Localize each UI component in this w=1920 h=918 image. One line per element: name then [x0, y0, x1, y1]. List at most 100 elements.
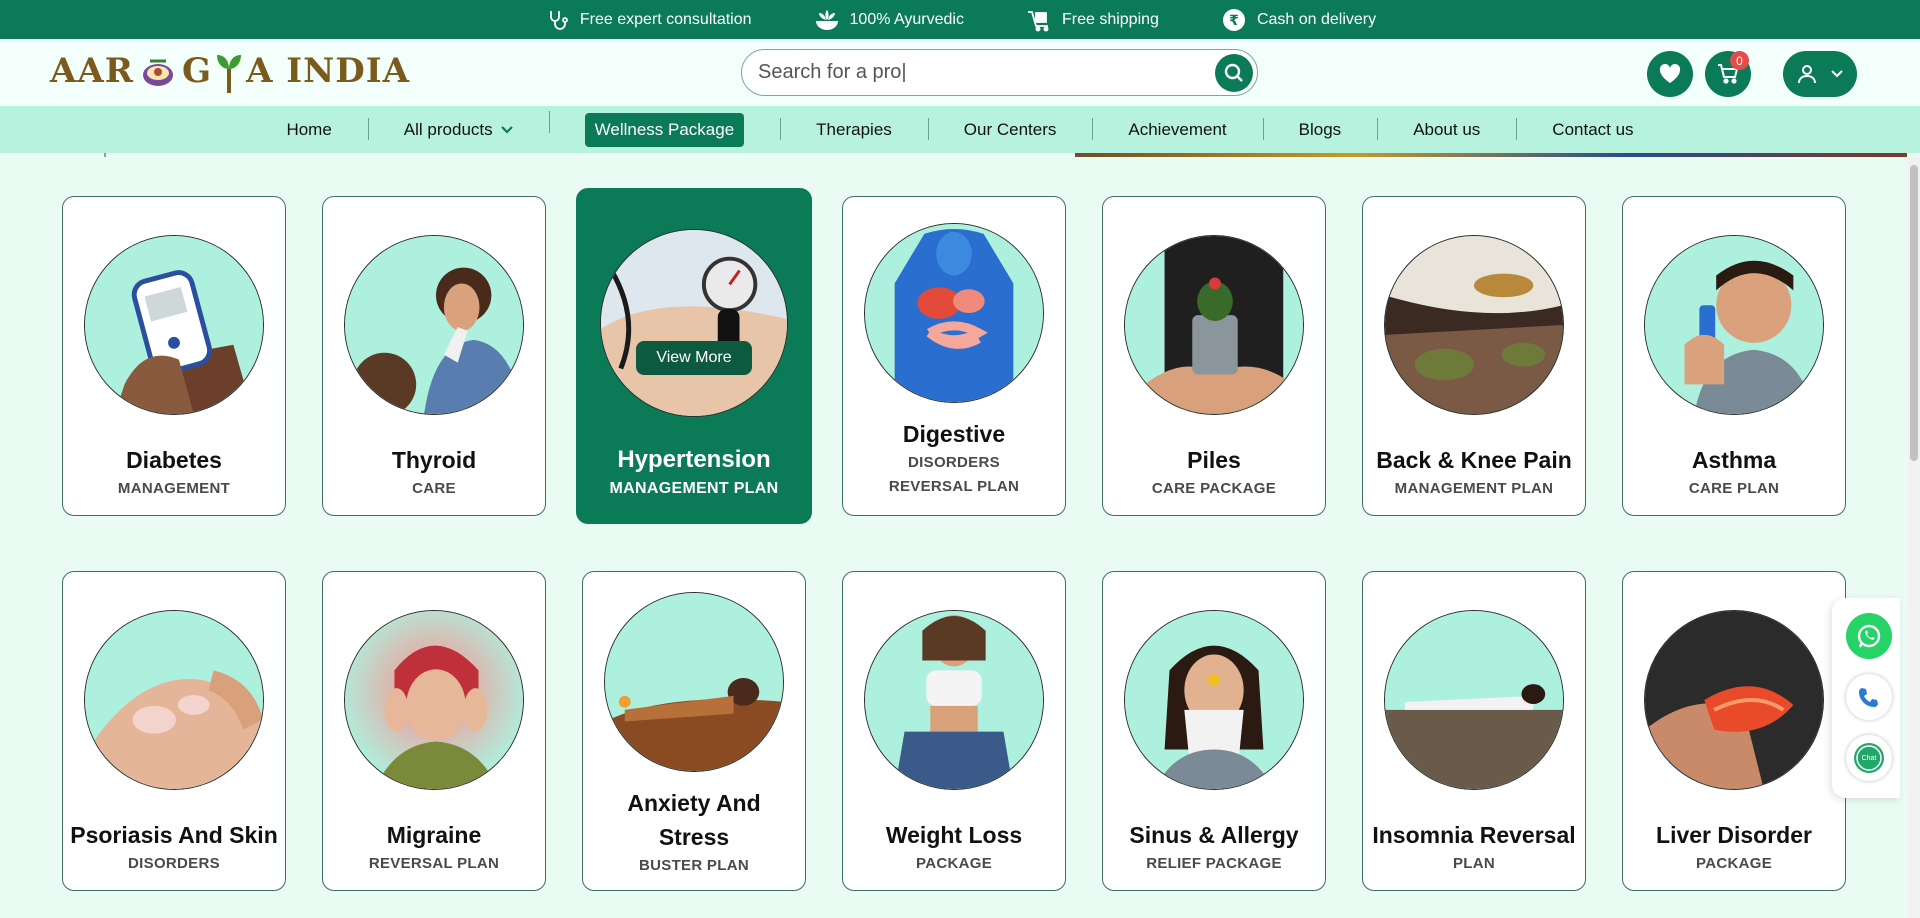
scrollbar-thumb[interactable]	[1910, 165, 1918, 461]
blood-pressure-image: View More	[600, 229, 788, 417]
insomnia-image	[1384, 610, 1564, 790]
package-card[interactable]: Weight Loss PACKAGE	[842, 571, 1066, 891]
card-subtitle: CARE	[412, 480, 456, 497]
package-card-featured[interactable]: View More Hypertension MANAGEMENT PLAN	[576, 188, 812, 524]
card-title: Asthma	[1691, 447, 1777, 473]
search-box	[741, 49, 1258, 96]
nav-wellness-package[interactable]: Wellness Package	[548, 110, 781, 147]
logo-sprout-icon	[214, 49, 244, 93]
site-logo[interactable]: AAR G A INDIA	[50, 49, 410, 93]
wishlist-button[interactable]	[1647, 51, 1693, 97]
logo-text-left: AAR	[50, 51, 135, 91]
card-title: Anxiety And Stress	[627, 790, 761, 850]
nav-therapies[interactable]: Therapies	[780, 117, 928, 140]
nav-label: Wellness Package	[584, 112, 745, 147]
site-header: AAR G A INDIA 0	[0, 39, 1920, 106]
chevron-down-icon	[500, 125, 513, 134]
nav-label: About us	[1413, 119, 1481, 139]
topbar-label: Free shipping	[1061, 10, 1159, 28]
card-subtitle: CARE PLAN	[1688, 480, 1780, 497]
nav-label: All products	[403, 119, 493, 139]
card-title: Thyroid	[391, 447, 477, 473]
package-card[interactable]: Thyroid CARE	[322, 196, 546, 516]
rupee-icon: ₹	[1221, 7, 1247, 33]
anxiety-stress-image	[604, 592, 784, 772]
glucometer-image	[84, 235, 264, 415]
psoriasis-skin-image	[84, 610, 264, 790]
topbar-item-cod: ₹ Cash on delivery	[1221, 7, 1376, 33]
package-card[interactable]: Liver Disorder PACKAGE	[1622, 571, 1846, 891]
card-subtitle: CARE PACKAGE	[1151, 480, 1277, 497]
package-card[interactable]: Back & Knee Pain MANAGEMENT PLAN	[1362, 196, 1586, 516]
weight-loss-image	[864, 610, 1044, 790]
nav-blogs[interactable]: Blogs	[1262, 117, 1378, 140]
card-title: Diabetes	[126, 447, 222, 473]
sinus-allergy-image	[1124, 610, 1304, 790]
heart-icon	[1659, 64, 1681, 83]
nav-all-products[interactable]: All products	[367, 117, 549, 140]
search-button[interactable]	[1215, 54, 1253, 92]
card-subtitle: MANAGEMENT	[117, 480, 231, 497]
card-subtitle: PACKAGE	[1696, 855, 1772, 872]
cart-button[interactable]: 0	[1705, 51, 1751, 97]
logo-text-mid: G	[182, 51, 213, 91]
card-title: Piles	[1187, 447, 1241, 473]
chat-label: Chat	[1862, 755, 1877, 762]
search-icon	[1224, 63, 1243, 82]
banner-edge	[104, 153, 106, 157]
logo-bowl-icon	[136, 49, 180, 93]
view-more-button[interactable]: View More	[636, 341, 752, 375]
search-input[interactable]	[758, 61, 1198, 84]
card-subtitle: BUSTER PLAN	[639, 857, 749, 874]
nav-label: Therapies	[816, 119, 892, 139]
topbar-item-shipping: Free shipping	[1026, 7, 1159, 33]
whatsapp-button[interactable]	[1846, 613, 1892, 659]
chat-icon: Chat	[1854, 743, 1884, 773]
whatsapp-icon	[1857, 624, 1881, 648]
package-card[interactable]: Digestive DISORDERS REVERSAL PLAN	[842, 196, 1066, 516]
package-card[interactable]: Migraine REVERSAL PLAN	[322, 571, 546, 891]
asthma-inhaler-image	[1644, 235, 1824, 415]
nav-about-us[interactable]: About us	[1377, 117, 1516, 140]
topbar-label: Cash on delivery	[1256, 10, 1377, 28]
card-subtitle: MANAGEMENT PLAN	[609, 480, 779, 497]
card-title: Liver Disorder	[1656, 822, 1812, 848]
card-subtitle: PLAN	[1452, 855, 1496, 872]
card-subtitle: DISORDERS	[128, 855, 220, 872]
nav-our-centers[interactable]: Our Centers	[927, 117, 1093, 140]
knee-therapy-image	[1384, 235, 1564, 415]
stethoscope-icon	[544, 7, 570, 33]
card-title: Back & Knee Pain	[1376, 447, 1572, 473]
banner-image-edge	[1075, 153, 1907, 157]
card-subtitle: DISORDERS REVERSAL PLAN	[888, 454, 1020, 495]
package-card[interactable]: Sinus & Allergy RELIEF PACKAGE	[1102, 571, 1326, 891]
nav-label: Achievement	[1128, 119, 1227, 139]
chat-button[interactable]: Chat	[1846, 735, 1892, 781]
package-card[interactable]: Insomnia Reversal PLAN	[1362, 571, 1586, 891]
user-icon	[1798, 65, 1816, 84]
card-subtitle: REVERSAL PLAN	[368, 855, 500, 872]
package-card[interactable]: Asthma CARE PLAN	[1622, 196, 1846, 516]
svg-text:₹: ₹	[1229, 13, 1239, 29]
page-scrollbar[interactable]	[1908, 157, 1920, 918]
account-menu-button[interactable]	[1783, 51, 1857, 97]
call-button[interactable]	[1846, 674, 1892, 720]
card-subtitle: PACKAGE	[916, 855, 992, 872]
thyroid-checkup-image	[344, 235, 524, 415]
digestive-system-image	[864, 223, 1044, 403]
nav-contact-us[interactable]: Contact us	[1516, 117, 1669, 140]
package-card[interactable]: Anxiety And Stress BUSTER PLAN	[582, 571, 806, 891]
nav-achievement[interactable]: Achievement	[1092, 117, 1262, 140]
shipping-icon	[1026, 7, 1052, 33]
logo-text-right: A INDIA	[246, 51, 411, 91]
card-title: Psoriasis And Skin	[70, 822, 278, 848]
nav-home[interactable]: Home	[250, 120, 367, 140]
card-subtitle: RELIEF PACKAGE	[1146, 855, 1282, 872]
liver-disorder-image	[1644, 610, 1824, 790]
chevron-down-icon	[1831, 70, 1843, 78]
package-card[interactable]: Diabetes MANAGEMENT	[62, 196, 286, 516]
nav-label: Blogs	[1298, 119, 1342, 139]
card-title: Sinus & Allergy	[1129, 822, 1299, 848]
package-card[interactable]: Piles CARE PACKAGE	[1102, 196, 1326, 516]
package-card[interactable]: Psoriasis And Skin DISORDERS	[62, 571, 286, 891]
